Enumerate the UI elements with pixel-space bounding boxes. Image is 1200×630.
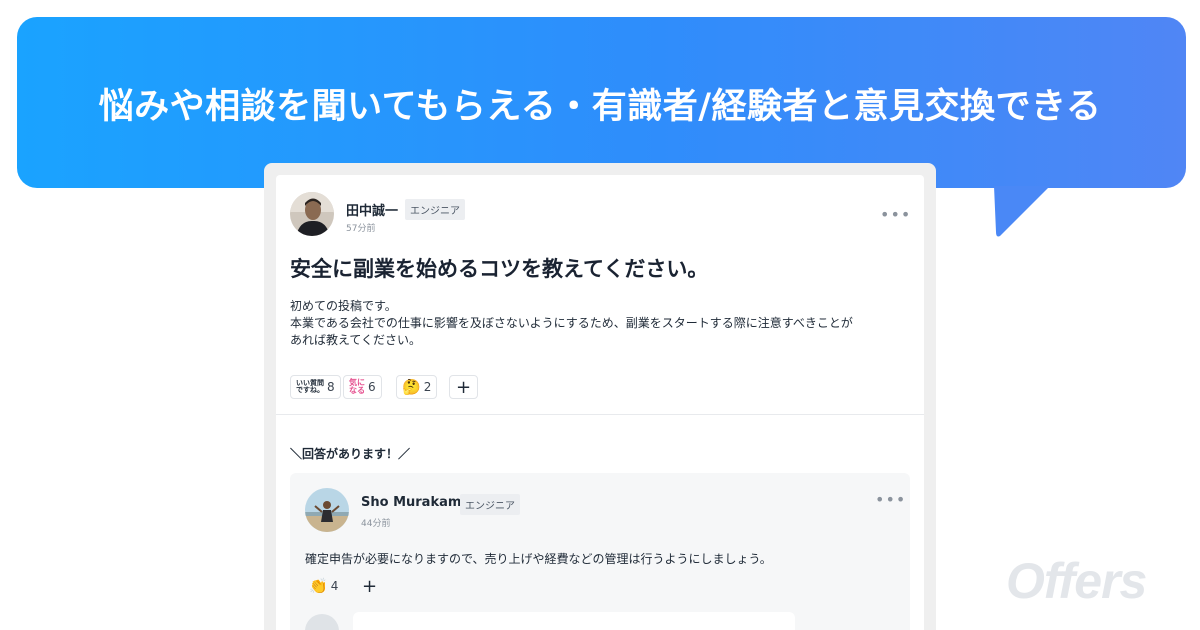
reaction-clap[interactable]: 👏 4 bbox=[304, 574, 343, 598]
role-badge: エンジニア bbox=[405, 199, 465, 220]
post-body-line: 初めての投稿です。 bbox=[290, 299, 397, 313]
clapping-hands-icon: 👏 bbox=[309, 577, 328, 595]
avatar[interactable] bbox=[305, 488, 349, 532]
post-body: 初めての投稿です。 本業である会社での仕事に影響を及ぼさないようにするため、副業… bbox=[290, 298, 853, 349]
more-options-icon[interactable]: ••• bbox=[875, 492, 906, 508]
add-reaction-button[interactable]: + bbox=[355, 574, 384, 598]
thinking-face-icon: 🤔 bbox=[402, 378, 421, 396]
post-body-line: 本業である会社での仕事に影響を及ぼさないようにするため、副業をスタートする際に注… bbox=[290, 316, 853, 330]
share-image: 悩みや相談を聞いてもらえる・有識者/経験者と意見交換できる 田中誠一 エンジニア… bbox=[0, 0, 1200, 630]
role-badge: エンジニア bbox=[460, 494, 520, 515]
good-question-stamp-icon: いい質問 ですね。 bbox=[296, 379, 324, 394]
divider bbox=[276, 414, 924, 415]
reaction-count: 2 bbox=[423, 380, 432, 394]
reply-card bbox=[353, 612, 795, 630]
reaction-count: 8 bbox=[327, 380, 335, 394]
user-photo-icon bbox=[290, 192, 334, 236]
offers-logo: Offers bbox=[1006, 553, 1147, 609]
answers-heading: ＼回答があります！／ bbox=[290, 447, 411, 461]
author-name[interactable]: 田中誠一 bbox=[346, 200, 398, 219]
post-title: 安全に副業を始めるコツを教えてください。 bbox=[290, 257, 709, 281]
reaction-good-question[interactable]: いい質問 ですね。 8 bbox=[290, 375, 341, 399]
reaction-thinking[interactable]: 🤔 2 bbox=[396, 375, 438, 399]
speech-bubble-tail bbox=[994, 186, 1050, 237]
user-photo-icon bbox=[305, 488, 349, 532]
post-timestamp: 57分前 bbox=[346, 224, 376, 234]
post-body-line: あれば教えてください。 bbox=[290, 333, 422, 347]
more-options-icon[interactable]: ••• bbox=[880, 207, 911, 223]
reaction-count: 6 bbox=[368, 380, 376, 394]
add-reaction-button[interactable]: + bbox=[449, 375, 478, 399]
reaction-count: 4 bbox=[330, 579, 339, 593]
avatar[interactable] bbox=[290, 192, 334, 236]
author-name[interactable]: Sho Murakami bbox=[361, 495, 466, 510]
answer-text: 確定申告が必要になりますので、売り上げや経費などの管理は行うようにしましょう。 bbox=[305, 552, 772, 566]
reaction-curious[interactable]: 気に なる 6 bbox=[343, 375, 382, 399]
banner-headline: 悩みや相談を聞いてもらえる・有識者/経験者と意見交換できる bbox=[98, 87, 1102, 127]
curious-stamp-icon: 気に なる bbox=[349, 378, 365, 395]
answer-timestamp: 44分前 bbox=[361, 519, 391, 529]
